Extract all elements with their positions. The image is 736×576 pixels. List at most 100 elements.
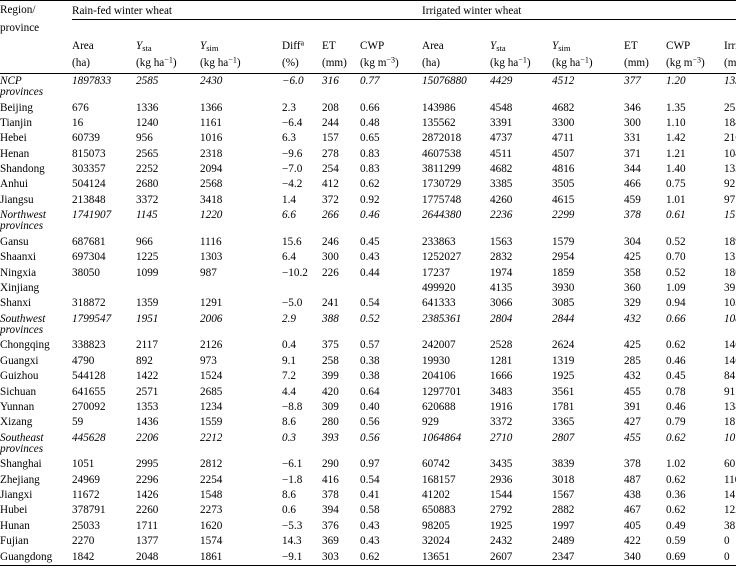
cell-ir-ysim: 3561 — [552, 385, 575, 398]
cell-ir-ysta: 4429 — [490, 74, 513, 87]
cell-ir-area: 32024 — [422, 535, 450, 548]
column-header-names-row: Area Ysta Ysim Diffa ET CWP Area Ysta Ys… — [0, 37, 736, 53]
cell-rf-ysta: 1353 — [136, 400, 159, 413]
cell-rf-ysim: 3418 — [200, 193, 223, 206]
cell-ir-ysta: 2832 — [490, 251, 513, 264]
cell-ir-ysta: 4135 — [490, 282, 513, 294]
cell-ir-et: 300 — [624, 116, 641, 129]
footnote-marker-a: a — [300, 39, 305, 49]
cell-ir-et: 432 — [624, 312, 641, 325]
table-row: Tianjin 16 1240 1161 −6.4 244 0.48 135562 3391 33… — [0, 116, 736, 131]
cell-rf-ysta: 2296 — [136, 473, 159, 486]
cell-rf-diff: 9.1 — [282, 354, 296, 367]
cell-rf-et: 246 — [322, 235, 339, 248]
cell-rf-area: 303357 — [72, 163, 106, 176]
cell-rf-diff: 2.9 — [282, 312, 296, 325]
cell-rf-area: 60739 — [72, 132, 100, 145]
cell-rf-ysta: 1359 — [136, 297, 159, 310]
table-row-group: Northwest 1741907 1145 1220 6.6 266 0.46 264438… — [0, 208, 736, 221]
region-label: Tianjin — [0, 116, 32, 129]
cell-rf-ysta: 2117 — [136, 339, 158, 352]
cell-rf-cwp: 0.92 — [360, 193, 380, 206]
unit-rf-ysta: (kg ha−1) — [136, 54, 200, 73]
cell-ir-irr: 184 — [724, 116, 736, 129]
cell-ir-irr: 38 — [724, 519, 736, 532]
cell-ir-cwp: 0.62 — [666, 473, 686, 486]
region-label: Shandong — [0, 163, 45, 176]
cell-ir-area: 1775748 — [422, 193, 462, 206]
cell-ir-irr: 91 — [724, 385, 736, 398]
unit-text: (kg m — [360, 56, 387, 69]
cell-ir-ysim: 4615 — [552, 193, 575, 206]
cell-ir-et: 487 — [624, 473, 641, 486]
table-row: Guangxi 4790 892 973 9.1 258 0.38 19930 1281 1319… — [0, 354, 736, 369]
unit-close: ) — [588, 56, 593, 69]
cell-rf-ysta: 1145 — [136, 209, 158, 222]
table-row: Guizhou 544128 1422 1524 7.2 399 0.38 204106 166… — [0, 369, 736, 384]
unit-exponent: −1 — [228, 55, 237, 65]
cell-ir-irr: 97 — [724, 193, 736, 206]
cell-ir-irr: 0 — [724, 535, 730, 548]
cell-rf-area: 1051 — [72, 458, 95, 471]
cell-rf-ysta — [136, 281, 200, 296]
cell-ir-area: 1252027 — [422, 251, 462, 264]
cell-rf-diff: −6.4 — [282, 116, 303, 129]
cell-ir-ysim: 1925 — [552, 370, 575, 383]
cell-ir-irr: 110 — [724, 473, 736, 486]
cell-ir-cwp: 0.59 — [666, 535, 686, 548]
cell-rf-cwp: 0.83 — [360, 163, 380, 176]
cell-rf-ysim: 1116 — [200, 235, 222, 248]
cell-rf-cwp: 0.62 — [360, 550, 380, 563]
table-row: Henan 815073 2565 2318 −9.6 278 0.83 4607538 451… — [0, 147, 736, 162]
cell-rf-diff: 6.4 — [282, 251, 296, 264]
cell-ir-ysta: 2804 — [490, 312, 513, 325]
cell-rf-cwp: 0.43 — [360, 519, 380, 532]
cell-rf-ysim: 1366 — [200, 101, 223, 114]
table-row: Yunnan 270092 1353 1234 −8.8 309 0.40 620688 191… — [0, 400, 736, 415]
cell-ir-ysta: 1916 — [490, 400, 513, 413]
cell-rf-ysta: 2571 — [136, 385, 159, 398]
table-row: Sichuan 641655 2571 2685 4.4 420 0.64 1297701 34… — [0, 384, 736, 399]
cell-rf-ysta: 1099 — [136, 266, 159, 279]
cell-ir-cwp: 0.70 — [666, 251, 686, 264]
cell-rf-ysta: 2680 — [136, 178, 159, 191]
cell-ir-irr: 104 — [724, 147, 736, 160]
cell-rf-cwp: 0.97 — [360, 458, 380, 471]
cell-rf-area — [72, 281, 136, 296]
cell-rf-area: 16 — [72, 116, 84, 129]
cell-ir-irr: 216 — [724, 132, 736, 145]
cell-rf-area: 2270 — [72, 535, 95, 548]
cell-ir-area: 650883 — [422, 504, 456, 517]
diff-label: Diff — [282, 40, 301, 53]
region-label: Jiangsu — [0, 193, 34, 206]
cell-rf-et: 420 — [322, 385, 339, 398]
cell-rf-area: 1842 — [72, 550, 95, 563]
cell-rf-et: 399 — [322, 370, 339, 383]
region-label: Jiangxi — [0, 489, 33, 502]
cell-rf-area: 270092 — [72, 400, 106, 413]
row-header-second-line-row: province — [0, 19, 736, 37]
cell-ir-ysim: 3365 — [552, 416, 575, 429]
table-row: Guangdong 1842 2048 1861 −9.1 303 0.62 13651 260… — [0, 550, 736, 566]
cell-ir-cwp: 0.36 — [666, 489, 686, 502]
cell-ir-area: 1297701 — [422, 385, 462, 398]
cell-ir-ysta: 4548 — [490, 101, 513, 114]
cell-ir-cwp: 1.20 — [666, 74, 686, 87]
cell-ir-area: 929 — [422, 416, 439, 429]
cell-rf-cwp: 0.64 — [360, 385, 380, 398]
cell-ir-cwp: 1.02 — [666, 458, 686, 471]
cell-ir-et: 340 — [624, 550, 641, 563]
unit-rf-et: (mm) — [322, 56, 347, 69]
region-label-continued: provinces — [0, 323, 44, 336]
cell-rf-et: 309 — [322, 400, 339, 413]
cell-ir-et: 466 — [624, 178, 641, 191]
cell-rf-et: 208 — [322, 101, 339, 114]
cell-rf-et: 244 — [322, 116, 339, 129]
unit-rf-area: (ha) — [72, 56, 91, 69]
cell-ir-ysta: 1281 — [490, 354, 513, 367]
group-header-row: Region/ Rain-fed winter wheat Irrigated … — [0, 1, 736, 20]
cell-ir-area: 19930 — [422, 354, 450, 367]
region-label: Ningxia — [0, 266, 37, 279]
cell-rf-diff: 15.6 — [282, 235, 302, 248]
unit-ir-irrigation: (mm) — [724, 56, 736, 69]
